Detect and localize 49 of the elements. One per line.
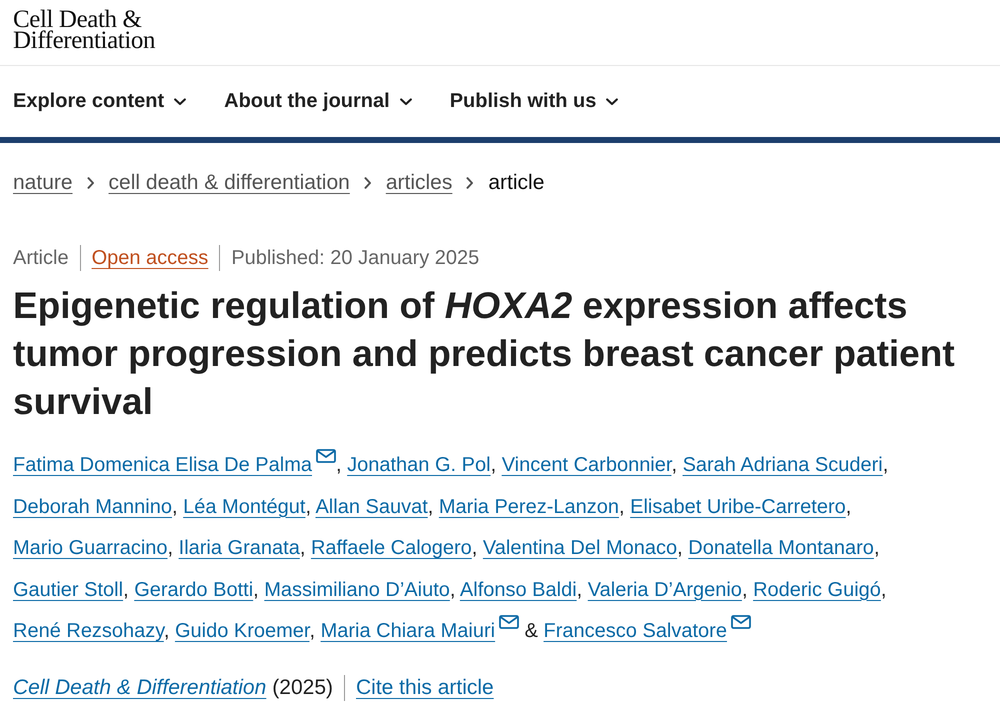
author-link[interactable]: Allan Sauvat — [315, 496, 428, 518]
published-date: Published: 20 January 2025 — [231, 246, 480, 270]
chevron-right-icon — [364, 177, 372, 189]
cite-article-link[interactable]: Cite this article — [356, 676, 494, 700]
author-link[interactable]: Sarah Adriana Scuderi — [682, 454, 883, 476]
email-icon[interactable] — [730, 615, 751, 629]
chevron-down-icon — [606, 98, 618, 106]
author-link[interactable]: Fatima Domenica Elisa De Palma — [13, 454, 312, 476]
article-type: Article — [13, 246, 69, 270]
breadcrumb-current: article — [488, 171, 544, 195]
author-link[interactable]: Léa Montégut — [183, 496, 306, 518]
article-title: Epigenetic regulation of HOXA2 expression affects tumor progression and predicts breast cancer patient survival — [13, 284, 956, 424]
author-link[interactable]: Massimiliano D’Aiuto — [264, 578, 450, 600]
author-link[interactable]: Guido Kroemer — [174, 620, 310, 642]
nav-menu-button[interactable]: Explore content — [13, 90, 186, 113]
journal-link[interactable]: Cell Death & Differentiation — [13, 676, 266, 700]
email-icon[interactable] — [499, 615, 520, 629]
author-link[interactable]: Ilaria Granata — [178, 537, 300, 559]
author-link[interactable]: Gautier Stoll — [13, 578, 124, 600]
author-link[interactable]: René Rezsohazy — [13, 620, 164, 642]
nav-menu-button[interactable]: About the journal — [224, 90, 412, 113]
publication-year: (2025) — [272, 676, 333, 700]
author-link[interactable]: Vincent Carbonnier — [502, 454, 672, 476]
author-link[interactable]: Valeria D’Argenio — [588, 578, 742, 600]
breadcrumb-link[interactable]: cell death & differentiation — [108, 171, 350, 195]
email-icon[interactable] — [316, 449, 336, 463]
chevron-right-icon — [466, 177, 474, 189]
chevron-down-icon — [400, 98, 412, 106]
author-link[interactable]: Valentina Del Monaco — [482, 537, 678, 559]
author-link[interactable]: Elisabet Uribe-Carretero — [630, 496, 846, 518]
author-link[interactable]: Raffaele Calogero — [310, 537, 472, 559]
breadcrumb-link[interactable]: articles — [386, 171, 452, 195]
author-link[interactable]: Roderic Guigó — [753, 578, 881, 600]
author-link[interactable]: Deborah Mannino — [13, 496, 172, 518]
chevron-down-icon — [174, 98, 186, 106]
author-link[interactable]: Gerardo Botti — [134, 578, 254, 600]
author-link[interactable]: Maria Chiara Maiuri — [320, 620, 496, 642]
chevron-right-icon — [86, 177, 95, 189]
author-link[interactable]: Jonathan G. Pol — [347, 454, 491, 476]
journal-logo[interactable]: Cell Death & Differentiation — [13, 9, 156, 51]
author-list: Fatima Domenica Elisa De Palma , Jonathan G. Pol, Vincent Carbonnier, Sarah Adriana Scuderi, Deborah Mannino, Léa Montégut, Allan Sauvat, Maria Perez-Lanzon, Elisabet Uribe-Carretero, Mario Guarracino, Ilaria Granata, Raffaele Calogero, Valentina Del Monaco, Donatella Montanaro, Gautier Stoll, Gerardo Botti, Massimiliano D’Aiuto, Alfonso Baldi, Valeria D’Argenio, Roderic Guigó, René Rezsohazy, Guido Kroemer, Maria Chiara Maiuri & Francesco Salvatore — [13, 445, 987, 652]
author-link[interactable]: Francesco Salvatore — [544, 620, 727, 642]
author-link[interactable]: Maria Perez-Lanzon — [438, 496, 619, 518]
author-link[interactable]: Donatella Montanaro — [688, 537, 874, 559]
open-access-link[interactable]: Open access — [92, 246, 208, 270]
breadcrumb-link[interactable]: nature — [13, 171, 73, 195]
author-link[interactable]: Alfonso Baldi — [460, 578, 577, 600]
nav-menu-button[interactable]: Publish with us — [450, 90, 618, 113]
author-link[interactable]: Mario Guarracino — [13, 537, 168, 559]
